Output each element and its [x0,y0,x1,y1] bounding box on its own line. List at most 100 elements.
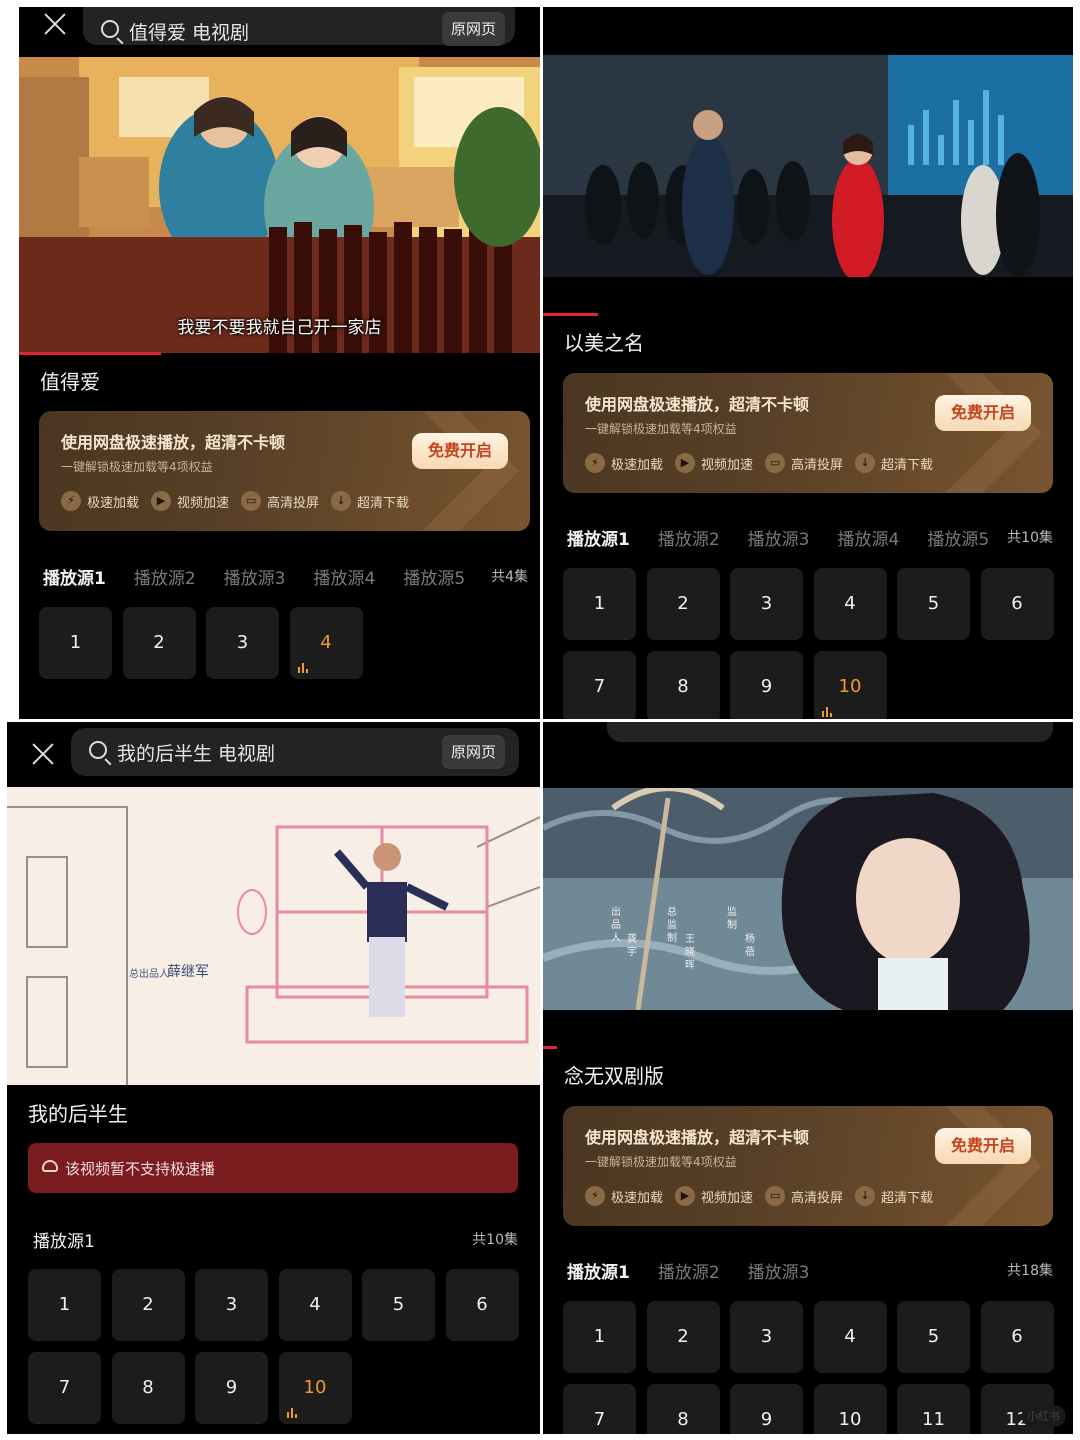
episode-button[interactable]: 8 [646,1384,720,1434]
search-input[interactable]: 值得爱 电视剧 原网页 [83,7,515,46]
episode-button[interactable]: 7 [563,1384,636,1434]
episode-button[interactable]: 6 [980,568,1054,640]
search-input-partial[interactable] [607,722,1053,742]
episode-button[interactable]: 6 [980,1301,1054,1373]
video-credit: 监制 [727,907,737,931]
feature-item: ↓ 超清下载 [855,453,933,473]
episode-count: 共10集 [466,1229,518,1249]
source-tabs: 播放源1 播放源2 播放源3 [567,1258,810,1283]
episode-button[interactable]: 3 [206,607,279,679]
episode-button[interactable]: 2 [111,1269,185,1341]
tab-source-2[interactable]: 播放源2 [658,525,720,550]
promo-title: 使用网盘极速播放，超清不卡顿 [585,1128,810,1147]
episode-button[interactable]: 2 [646,568,720,640]
episode-button[interactable]: 5 [362,1269,435,1341]
episode-button[interactable]: 3 [195,1269,268,1341]
episode-button[interactable]: 1 [563,568,636,640]
free-enable-button[interactable]: 免费开启 [412,433,508,469]
episode-button[interactable]: 3 [730,1301,803,1373]
tab-source-1[interactable]: 播放源1 [567,525,630,550]
promo-features: ⚡ 极速加载 ▶ 视频加速 ▭ 高清投屏 ↓ 超清下载 [61,491,409,511]
download-icon: ↓ [855,1186,876,1206]
tab-source-1[interactable]: 播放源1 [33,1227,95,1252]
promo-features: ⚡ 极速加载 ▶ 视频加速 ▭ 高清投屏 ↓ 超清下载 [585,453,933,473]
tab-source-4[interactable]: 播放源4 [314,564,376,589]
free-enable-button[interactable]: 免费开启 [935,395,1031,431]
lightning-icon: ⚡ [61,491,81,511]
tab-source-1[interactable]: 播放源1 [43,564,106,589]
tab-source-4[interactable]: 播放源4 [838,525,900,550]
video-credit: 王晓晖 [685,934,695,971]
episode-button[interactable]: 11 [897,1384,970,1434]
promo-card[interactable]: 使用网盘极速播放，超清不卡顿 一键解锁极速加载等4项权益 ⚡ 极速加载 ▶ 视频加速… [39,411,530,531]
episode-button[interactable]: 10 [813,1384,887,1434]
notice-text: 该视频暂不支持极速播 [65,1160,216,1178]
panel-yi-mei-zhi-ming: 以美之名 使用网盘极速播放，超清不卡顿 一键解锁极速加载等4项权益 ⚡ 极速加载 … [543,7,1073,719]
search-query: 值得爱 电视剧 [129,22,250,44]
panel-wo-de-hou-ban-sheng: 我的后半生 电视剧 原网页 总出品人 薛继军 我的后半生 该视频暂不支持极速播 … [7,722,540,1434]
episode-button[interactable]: 4 [278,1269,352,1341]
source-tabs: 播放源1 播放源2 播放源3 播放源4 播放源5 [43,564,465,589]
original-page-button[interactable]: 原网页 [441,735,505,769]
episode-button[interactable]: 5 [897,568,970,640]
video-credit: 龚宇 [627,934,637,958]
episode-button[interactable]: 1 [28,1269,101,1341]
episode-button[interactable]: 9 [730,651,803,719]
episode-button-current[interactable]: 10 [813,651,887,719]
feature-item: ▭ 高清投屏 [765,1186,843,1206]
video-player[interactable]: 我要不要我就自己开一家店 [19,57,540,353]
episode-button[interactable]: 1 [563,1301,636,1373]
tab-source-5[interactable]: 播放源5 [403,564,465,589]
episode-button[interactable]: 2 [122,607,196,679]
tab-source-5[interactable]: 播放源5 [927,525,989,550]
playing-icon [286,1408,297,1418]
fast-forward-icon: ▶ [675,1186,696,1206]
episode-button[interactable]: 7 [563,651,636,719]
episode-button-current[interactable]: 4 [289,607,363,679]
video-credit: 出品人 [611,907,621,944]
episode-button[interactable]: 8 [111,1352,185,1424]
episode-button[interactable]: 7 [28,1352,101,1424]
tab-source-3[interactable]: 播放源3 [224,564,286,589]
progress-bar[interactable] [19,352,161,355]
promo-card[interactable]: 使用网盘极速播放，超清不卡顿 一键解锁极速加载等4项权益 ⚡ 极速加载 ▶ 视频加速… [563,373,1053,493]
tab-source-3[interactable]: 播放源3 [748,1258,810,1283]
episode-button[interactable]: 2 [646,1301,720,1373]
search-icon [101,20,119,38]
search-input[interactable]: 我的后半生 电视剧 原网页 [71,728,519,776]
episode-button[interactable]: 4 [813,568,887,640]
episode-button[interactable]: 8 [646,651,720,719]
episode-button[interactable]: 9 [730,1384,803,1434]
close-icon[interactable] [43,12,67,36]
episode-button[interactable]: 5 [897,1301,970,1373]
original-page-button[interactable]: 原网页 [441,12,505,46]
episode-button[interactable]: 4 [813,1301,887,1373]
lightning-icon: ⚡ [585,453,605,473]
lightning-icon: ⚡ [585,1186,605,1206]
promo-card[interactable]: 使用网盘极速播放，超清不卡顿 一键解锁极速加载等4项权益 ⚡ 极速加载 ▶ 视频加速… [563,1106,1053,1226]
episode-button[interactable]: 3 [730,568,803,640]
episode-button[interactable]: 6 [445,1269,519,1341]
promo-subtitle: 一键解锁极速加载等4项权益 [585,1155,737,1169]
video-player[interactable] [543,55,1073,277]
episode-count: 共18集 [1001,1260,1053,1280]
episode-button-current[interactable]: 10 [278,1352,352,1424]
progress-bar[interactable] [543,313,598,316]
video-player[interactable]: 出品人 龚宇 总监制 王晓晖 监制 杨蓓 [543,788,1073,1010]
tab-source-2[interactable]: 播放源2 [658,1258,720,1283]
drama-title: 值得爱 [40,370,100,394]
progress-bar[interactable] [543,1046,557,1049]
free-enable-button[interactable]: 免费开启 [935,1128,1031,1164]
video-player[interactable]: 总出品人 薛继军 [7,787,540,1085]
video-frame [19,57,540,353]
episode-count: 共10集 [1001,527,1053,547]
tab-source-1[interactable]: 播放源1 [567,1258,630,1283]
playing-icon [297,663,308,673]
tab-source-3[interactable]: 播放源3 [748,525,810,550]
drama-title: 念无双剧版 [564,1064,664,1088]
episode-button[interactable]: 1 [39,607,112,679]
close-icon[interactable] [31,742,55,766]
episode-button[interactable]: 9 [195,1352,268,1424]
chevron-decoration [844,1106,1042,1226]
tab-source-2[interactable]: 播放源2 [134,564,196,589]
